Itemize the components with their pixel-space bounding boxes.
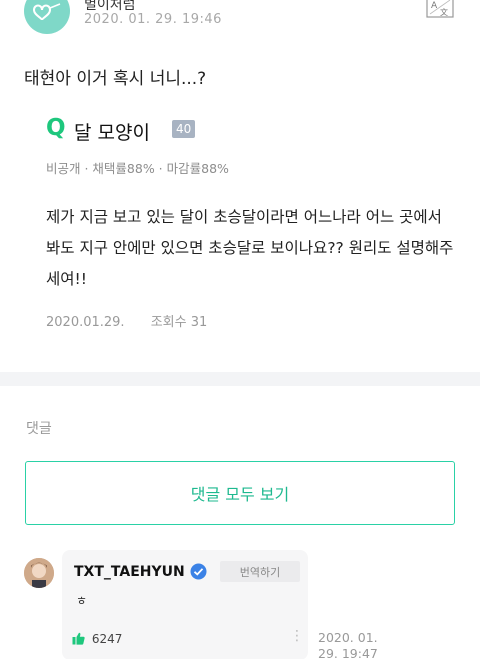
question-footer: 2020.01.29. 조회수 31 <box>46 311 207 330</box>
more-options-icon[interactable]: ⋮ <box>290 628 304 644</box>
comments-label: 댓글 <box>26 421 52 437</box>
like-count: 6247 <box>91 632 123 646</box>
post-text: 태현아 이거 혹시 너니...? <box>24 69 207 89</box>
commenter-name[interactable]: TXT_TAEHYUN <box>74 564 185 580</box>
comments-section: 댓글 댓글 모두 보기 TXT_TAEHYUN 번역하기 ㅎ 6247 ⋮ 20… <box>0 386 480 659</box>
post-section: 별이처럼 2020. 01. 29. 19:46 A 文 태현아 이거 혹시 너… <box>0 0 480 372</box>
svg-text:文: 文 <box>440 7 448 17</box>
verified-check-icon <box>190 563 207 580</box>
question-title-row: Q 달 모양이 40 <box>46 115 346 145</box>
view-all-comments-button[interactable]: 댓글 모두 보기 <box>25 461 455 525</box>
question-title[interactable]: 달 모양이 <box>74 118 150 145</box>
q-icon: Q <box>46 115 66 141</box>
like-button[interactable]: 6247 <box>72 632 122 646</box>
question-meta: 비공개 · 채택률88% · 마감률88% <box>46 161 229 176</box>
view-count: 조회수 31 <box>150 315 208 330</box>
thumbs-up-icon <box>72 632 85 645</box>
translate-icon[interactable]: A 文 <box>426 0 456 20</box>
section-divider <box>0 372 480 386</box>
post-date: 2020. 01. 29. 19:46 <box>84 12 222 27</box>
comment-date: 2020. 01. 29. 19:47 <box>318 630 378 659</box>
heart-doodle-icon <box>32 3 61 21</box>
comment-translate-button[interactable]: 번역하기 <box>220 561 300 582</box>
question-body: 제가 지금 보고 있는 달이 초승달이라면 어느나라 어느 곳에서 봐도 지구 … <box>46 208 454 288</box>
commenter-avatar[interactable] <box>24 558 54 588</box>
author-avatar[interactable] <box>24 0 70 34</box>
comment-bubble: TXT_TAEHYUN 번역하기 ㅎ 6247 ⋮ <box>62 550 308 659</box>
points-badge: 40 <box>172 120 196 138</box>
comment-text: ㅎ <box>76 594 88 608</box>
profile-photo-icon <box>24 558 54 588</box>
question-date: 2020.01.29. <box>46 315 125 330</box>
